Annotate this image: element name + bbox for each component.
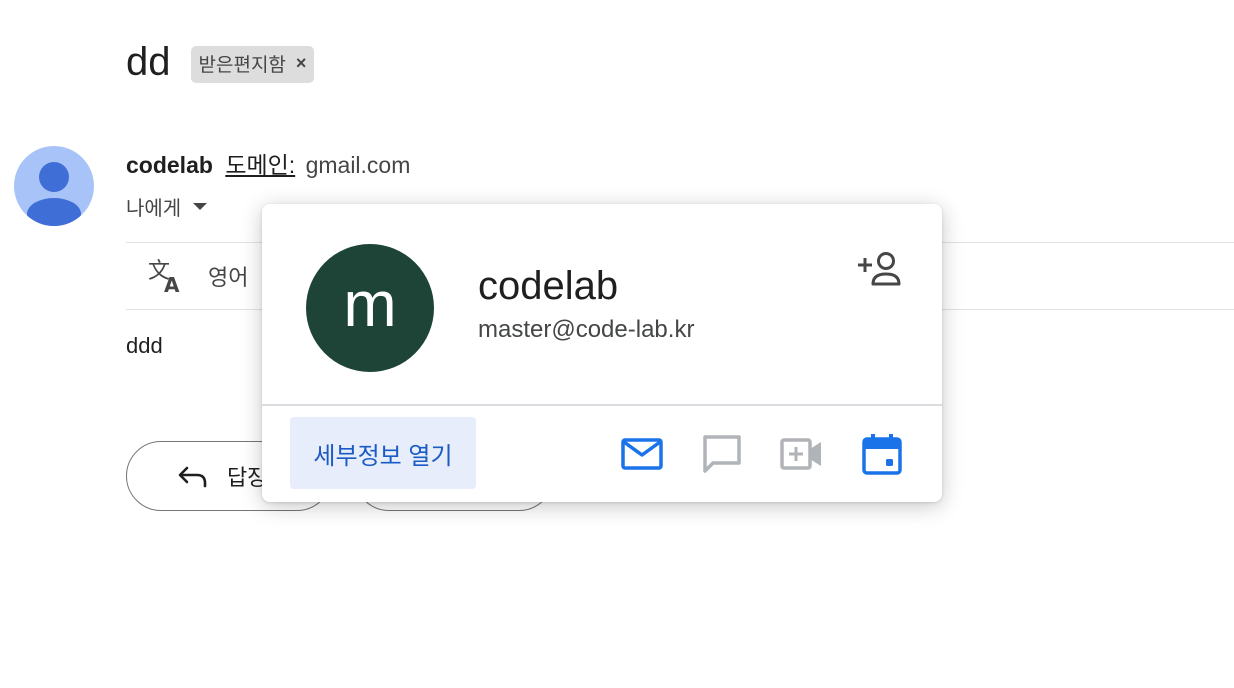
video-call-icon <box>780 432 824 476</box>
translate-icon[interactable]: 文 A <box>146 256 186 296</box>
chat-icon <box>700 432 744 476</box>
contact-hover-card: m codelab master@code-lab.kr 세부정보 열기 <box>262 204 942 502</box>
add-contact-icon[interactable] <box>856 248 906 293</box>
contact-email: master@code-lab.kr <box>478 316 695 343</box>
subject-title: dd <box>126 40 171 84</box>
person-icon <box>27 162 81 226</box>
sender-name[interactable]: codelab <box>126 152 213 178</box>
contact-name: codelab <box>478 264 619 308</box>
svg-text:A: A <box>164 273 180 296</box>
open-details-button[interactable]: 세부정보 열기 <box>290 417 476 489</box>
message-body: ddd <box>126 333 163 358</box>
label-text: 받은편지함 <box>198 54 286 76</box>
subject-header: dd 받은편지함 × <box>126 38 315 86</box>
mail-icon[interactable] <box>620 432 664 476</box>
domain-label[interactable]: 도메인: <box>225 152 295 178</box>
avatar-initial: m <box>343 268 397 340</box>
calendar-icon[interactable] <box>860 432 904 476</box>
sender-line: codelab 도메인: gmail.com <box>126 150 410 180</box>
contact-avatar: m <box>306 244 434 372</box>
source-language[interactable]: 영어 <box>208 260 248 292</box>
recipient-dropdown[interactable]: 나에게 <box>126 192 208 221</box>
inbox-label-chip[interactable]: 받은편지함 × <box>190 45 315 83</box>
remove-label-icon[interactable]: × <box>296 53 307 74</box>
translate-bar: 文 A 영어 <box>146 256 248 296</box>
recipient-text: 나에게 <box>126 198 182 220</box>
caret-down-icon <box>193 203 208 210</box>
card-divider <box>262 404 942 406</box>
reply-icon <box>178 466 207 488</box>
sender-domain: gmail.com <box>305 152 411 178</box>
sender-avatar[interactable] <box>14 146 94 226</box>
